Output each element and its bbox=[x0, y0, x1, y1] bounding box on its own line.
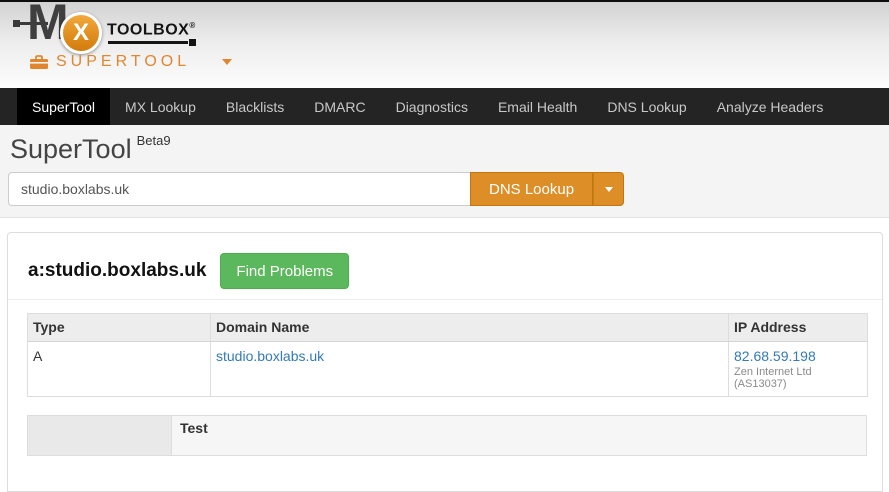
dns-lookup-button[interactable]: DNS Lookup bbox=[470, 172, 593, 206]
logo-letter-x: X bbox=[73, 21, 89, 45]
record-domain-cell: studio.boxlabs.uk bbox=[211, 342, 729, 397]
nav-item-analyze-headers[interactable]: Analyze Headers bbox=[702, 88, 839, 125]
results-panel: a:studio.boxlabs.uk Find Problems Type D… bbox=[7, 232, 883, 492]
brand-header: M X TOOLBOX® SUPERTOOL bbox=[0, 2, 889, 88]
tests-header-row: Test bbox=[28, 416, 867, 456]
page-title: SuperTool Beta9 bbox=[10, 133, 171, 165]
tool-header-section: SuperTool Beta9 DNS Lookup bbox=[0, 125, 889, 218]
lookup-search-row: DNS Lookup bbox=[8, 172, 624, 206]
lookup-type-dropdown-button[interactable] bbox=[593, 172, 624, 206]
logo-toolbox-word: TOOLBOX bbox=[107, 21, 189, 38]
supertool-brand-label: SUPERTOOL bbox=[56, 53, 190, 71]
nav-item-diagnostics[interactable]: Diagnostics bbox=[381, 88, 483, 125]
tests-table-partial: Test bbox=[27, 415, 867, 456]
chevron-down-icon bbox=[605, 187, 613, 192]
mxtoolbox-logo[interactable]: M X TOOLBOX® bbox=[13, 4, 213, 54]
main-navbar: SuperTool MX Lookup Blacklists DMARC Dia… bbox=[0, 88, 889, 125]
results-heading: a:studio.boxlabs.uk Find Problems bbox=[28, 253, 882, 289]
column-header-domain: Domain Name bbox=[211, 314, 729, 342]
logo-letter-m: M bbox=[27, 0, 66, 50]
dns-records-table: Type Domain Name IP Address A studio.box… bbox=[27, 313, 868, 397]
heading-divider bbox=[8, 299, 882, 300]
table-row: A studio.boxlabs.uk 82.68.59.198 Zen Int… bbox=[28, 342, 868, 397]
nav-item-email-health[interactable]: Email Health bbox=[483, 88, 592, 125]
tests-rowheader-cell bbox=[28, 416, 172, 456]
supertool-brand-dropdown[interactable]: SUPERTOOL bbox=[30, 53, 232, 71]
lookup-command-text: a:studio.boxlabs.uk bbox=[28, 260, 206, 282]
record-type-cell: A bbox=[28, 342, 211, 397]
nav-item-supertool[interactable]: SuperTool bbox=[17, 88, 110, 125]
domain-link[interactable]: studio.boxlabs.uk bbox=[216, 348, 324, 364]
logo-x-circle-icon: X bbox=[60, 12, 102, 54]
records-header-row: Type Domain Name IP Address bbox=[28, 314, 868, 342]
tests-column-header: Test bbox=[172, 416, 867, 456]
find-problems-button[interactable]: Find Problems bbox=[220, 253, 349, 289]
domain-search-input[interactable] bbox=[8, 172, 470, 206]
column-header-type: Type bbox=[28, 314, 211, 342]
toolbox-icon bbox=[30, 55, 48, 69]
nav-item-mx-lookup[interactable]: MX Lookup bbox=[110, 88, 211, 125]
column-header-ip: IP Address bbox=[729, 314, 868, 342]
page-title-text: SuperTool bbox=[10, 134, 132, 164]
nav-item-blacklists[interactable]: Blacklists bbox=[211, 88, 299, 125]
logo-toolbox-text: TOOLBOX® bbox=[107, 21, 196, 39]
beta-badge: Beta9 bbox=[137, 133, 171, 148]
ip-address-link[interactable]: 82.68.59.198 bbox=[734, 348, 816, 364]
brand-caret-down-icon bbox=[222, 59, 232, 65]
logo-right-square bbox=[189, 39, 196, 46]
nav-item-dmarc[interactable]: DMARC bbox=[299, 88, 380, 125]
registered-mark: ® bbox=[189, 21, 195, 30]
logo-underline bbox=[108, 41, 188, 44]
record-ip-cell: 82.68.59.198 Zen Internet Ltd (AS13037) bbox=[729, 342, 868, 397]
nav-item-dns-lookup[interactable]: DNS Lookup bbox=[592, 88, 701, 125]
asn-info-text: Zen Internet Ltd (AS13037) bbox=[734, 366, 859, 390]
